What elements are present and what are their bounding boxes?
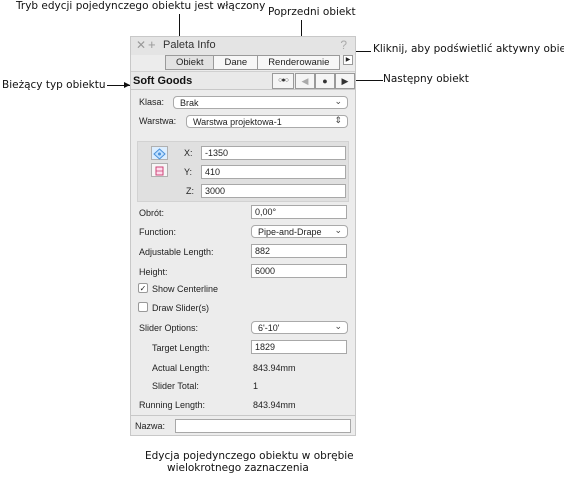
adjustable-length-field[interactable]: 882 xyxy=(251,244,347,258)
x-label: X: xyxy=(184,148,193,158)
running-length-value: 843.94mm xyxy=(253,400,296,410)
x-field[interactable]: -1350 xyxy=(201,146,346,160)
actual-length-value: 843.94mm xyxy=(253,363,296,373)
palette-body: Klasa: Brak ⌄ Warstwa: Warstwa projektow… xyxy=(131,91,355,410)
callout-single-edit: Tryb edycji pojedynczego obiektu jest wł… xyxy=(16,0,266,12)
highlight-object-button[interactable]: ● xyxy=(315,73,335,89)
callout-current-type: Bieżący typ obiektu xyxy=(2,79,106,91)
rotation-label: Obrót: xyxy=(139,208,165,218)
layer-select-value: Warstwa projektowa-1 xyxy=(193,117,282,127)
leader-next xyxy=(356,80,383,81)
slider-options-value: 6'-10' xyxy=(258,323,280,333)
chevron-down-icon: ⌄ xyxy=(334,225,342,235)
show-centerline-checkbox[interactable]: ✓ xyxy=(138,283,148,293)
layer-label: Warstwa: xyxy=(139,116,177,126)
slider-total-label: Slider Total: xyxy=(152,381,199,391)
layer-select[interactable]: Warstwa projektowa-1 ⇕ xyxy=(186,115,348,128)
3d-point-icon[interactable] xyxy=(151,163,168,177)
class-select-value: Brak xyxy=(180,98,199,108)
info-palette: ✕ + Paleta Info ? Obiekt Dane Renderowan… xyxy=(130,36,356,436)
function-label: Function: xyxy=(139,227,177,237)
height-field[interactable]: 6000 xyxy=(251,264,347,278)
z-label: Z: xyxy=(186,186,194,196)
function-select[interactable]: Pipe-and-Drape ⌄ xyxy=(251,225,348,238)
running-length-label: Running Length: xyxy=(139,400,206,410)
plus-icon[interactable]: + xyxy=(148,37,156,52)
show-centerline-label: Show Centerline xyxy=(152,284,219,294)
palette-tabs: Obiekt Dane Renderowanie xyxy=(165,55,341,70)
name-field[interactable] xyxy=(175,419,351,433)
class-select[interactable]: Brak ⌄ xyxy=(173,96,348,109)
actual-length-label: Actual Length: xyxy=(152,363,210,373)
palette-titlebar[interactable]: ✕ + Paleta Info ? xyxy=(131,37,355,55)
bounding-box-icon[interactable] xyxy=(151,146,168,160)
target-length-field[interactable]: 1829 xyxy=(251,340,347,354)
callout-next: Następny obiekt xyxy=(383,73,469,85)
object-type-label: Soft Goods xyxy=(133,75,193,87)
callout-highlight: Kliknij, aby podświetlić aktywny obiekt. xyxy=(373,43,564,55)
single-object-mode-button[interactable]: ○●○ xyxy=(272,73,294,89)
class-label: Klasa: xyxy=(139,97,165,107)
name-row: Nazwa: xyxy=(131,415,355,436)
height-label: Height: xyxy=(139,267,168,277)
target-length-label: Target Length: xyxy=(152,343,210,353)
tab-overflow-icon[interactable]: ▶ xyxy=(343,55,353,65)
next-object-button[interactable]: ▶ xyxy=(335,73,355,89)
callout-previous: Poprzedni obiekt xyxy=(268,6,356,18)
draw-sliders-label: Draw Slider(s) xyxy=(152,303,210,313)
draw-sliders-checkbox[interactable] xyxy=(138,302,148,312)
coordinates-group: X: -1350 Y: 410 Z: 3000 xyxy=(137,141,349,202)
slider-total-value: 1 xyxy=(253,381,259,391)
palette-title: Paleta Info xyxy=(163,39,216,51)
y-label: Y: xyxy=(184,167,193,177)
chevron-down-icon: ⌄ xyxy=(334,96,342,106)
caption-line-1: Edycja pojedynczego obiektu w obrębie xyxy=(145,450,354,462)
slider-options-select[interactable]: 6'-10' ⌄ xyxy=(251,321,348,334)
previous-object-button[interactable]: ◀ xyxy=(295,73,315,89)
object-type-bar: Soft Goods ○●○ ◀ ● ▶ xyxy=(131,71,355,90)
name-label: Nazwa: xyxy=(135,421,166,431)
y-field[interactable]: 410 xyxy=(201,165,346,179)
tab-renderowanie[interactable]: Renderowanie xyxy=(258,55,341,70)
adjustable-length-label: Adjustable Length: xyxy=(139,247,214,257)
chevron-down-icon: ⌄ xyxy=(334,321,342,331)
slider-options-label: Slider Options: xyxy=(139,323,199,333)
tab-dane[interactable]: Dane xyxy=(214,55,259,70)
help-icon[interactable]: ? xyxy=(340,38,347,52)
tab-obiekt[interactable]: Obiekt xyxy=(165,55,215,70)
rotation-field[interactable]: 0,00° xyxy=(251,205,347,219)
function-select-value: Pipe-and-Drape xyxy=(258,227,322,237)
caption-line-2: wielokrotnego zaznaczenia xyxy=(167,462,309,474)
z-field[interactable]: 3000 xyxy=(201,184,346,198)
updown-icon: ⇕ xyxy=(334,115,342,125)
close-icon[interactable]: ✕ xyxy=(136,38,146,52)
